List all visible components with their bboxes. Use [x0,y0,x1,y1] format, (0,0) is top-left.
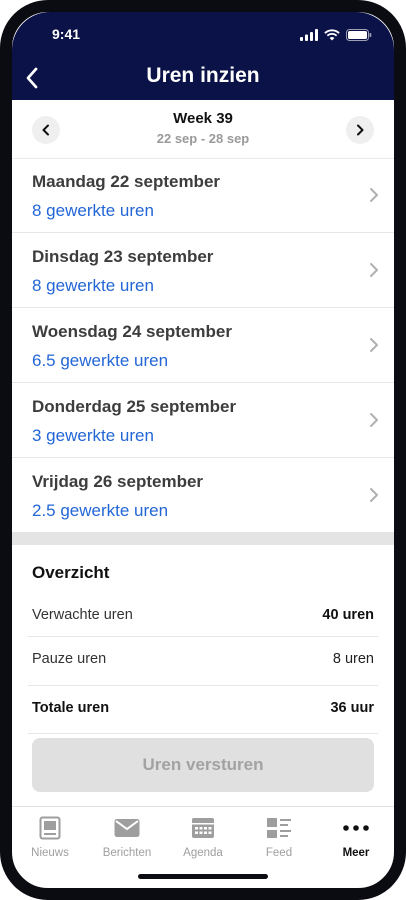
overview-heading: Overzicht [32,563,110,582]
tab-label: Meer [342,847,370,859]
news-icon [39,816,61,840]
chevron-right-icon [357,124,364,136]
week-title: Week 39 [173,110,233,127]
row-value: 36 uur [330,700,374,716]
tab-meer[interactable]: Meer [321,815,391,865]
day-row-monday[interactable]: Maandag 22 september 8 gewerkte uren [12,158,394,233]
row-label: Verwachte uren [32,607,133,623]
tab-berichten[interactable]: Berichten [92,815,162,865]
tab-label: Berichten [102,847,152,859]
battery-icon [346,29,372,41]
day-hours: 6.5 gewerkte uren [32,351,169,370]
chevron-right-icon [370,413,378,427]
day-row-friday[interactable]: Vrijdag 26 september 2.5 gewerkte uren [12,458,394,533]
app-header: 9:41 Uren inzien [12,12,394,100]
calendar-icon [192,818,214,838]
signal-icon [300,29,318,41]
tab-label: Feed [265,847,293,859]
break-hours-row: Pauze uren 8 uren [28,636,378,686]
feed-icon [267,818,291,838]
day-row-tuesday[interactable]: Dinsdag 23 september 8 gewerkte uren [12,233,394,308]
chevron-right-icon [370,263,378,277]
tab-label: Agenda [183,847,223,859]
tab-label: Nieuws [31,847,69,859]
status-time: 9:41 [52,26,81,42]
day-hours: 3 gewerkte uren [32,426,154,445]
chevron-right-icon [370,188,378,202]
day-name: Woensdag 24 september [32,322,232,341]
chevron-right-icon [370,338,378,352]
row-value: 8 uren [332,651,374,667]
row-value: 40 uren [322,607,374,623]
day-name: Vrijdag 26 september [32,472,204,491]
expected-hours-row: Verwachte uren 40 uren [28,595,378,637]
mail-icon [114,819,140,837]
day-hours: 2.5 gewerkte uren [32,501,169,520]
wifi-icon [324,29,340,41]
next-week-button[interactable] [346,116,374,144]
day-name: Dinsdag 23 september [32,247,214,266]
chevron-right-icon [370,488,378,502]
week-date-range: 22 sep - 28 sep [156,131,250,146]
page-title: Uren inzien [146,64,260,87]
day-row-wednesday[interactable]: Woensdag 24 september 6.5 gewerkte uren [12,308,394,383]
status-icons [300,27,372,41]
home-indicator [138,874,268,879]
tab-nieuws[interactable]: Nieuws [15,815,85,865]
day-hours: 8 gewerkte uren [32,276,154,295]
day-row-thursday[interactable]: Donderdag 25 september 3 gewerkte uren [12,383,394,458]
more-icon [343,825,369,831]
app-screen: 9:41 Uren inzien Week 39 22 sep - 28 sep… [12,12,394,888]
tab-agenda[interactable]: Agenda [168,815,238,865]
day-list: Maandag 22 september 8 gewerkte uren Din… [12,158,394,533]
day-hours: 8 gewerkte uren [32,201,154,220]
row-label: Totale uren [32,700,110,716]
total-hours-row: Totale uren 36 uur [28,685,378,734]
row-label: Pauze uren [32,651,107,667]
week-navigator: Week 39 22 sep - 28 sep [12,100,394,159]
phone-device: 9:41 Uren inzien Week 39 22 sep - 28 sep… [0,0,406,900]
tab-feed[interactable]: Feed [244,815,314,865]
day-name: Maandag 22 september [32,172,221,191]
section-separator [12,532,394,545]
submit-hours-button[interactable]: Uren versturen [32,738,374,792]
day-name: Donderdag 25 september [32,397,237,416]
